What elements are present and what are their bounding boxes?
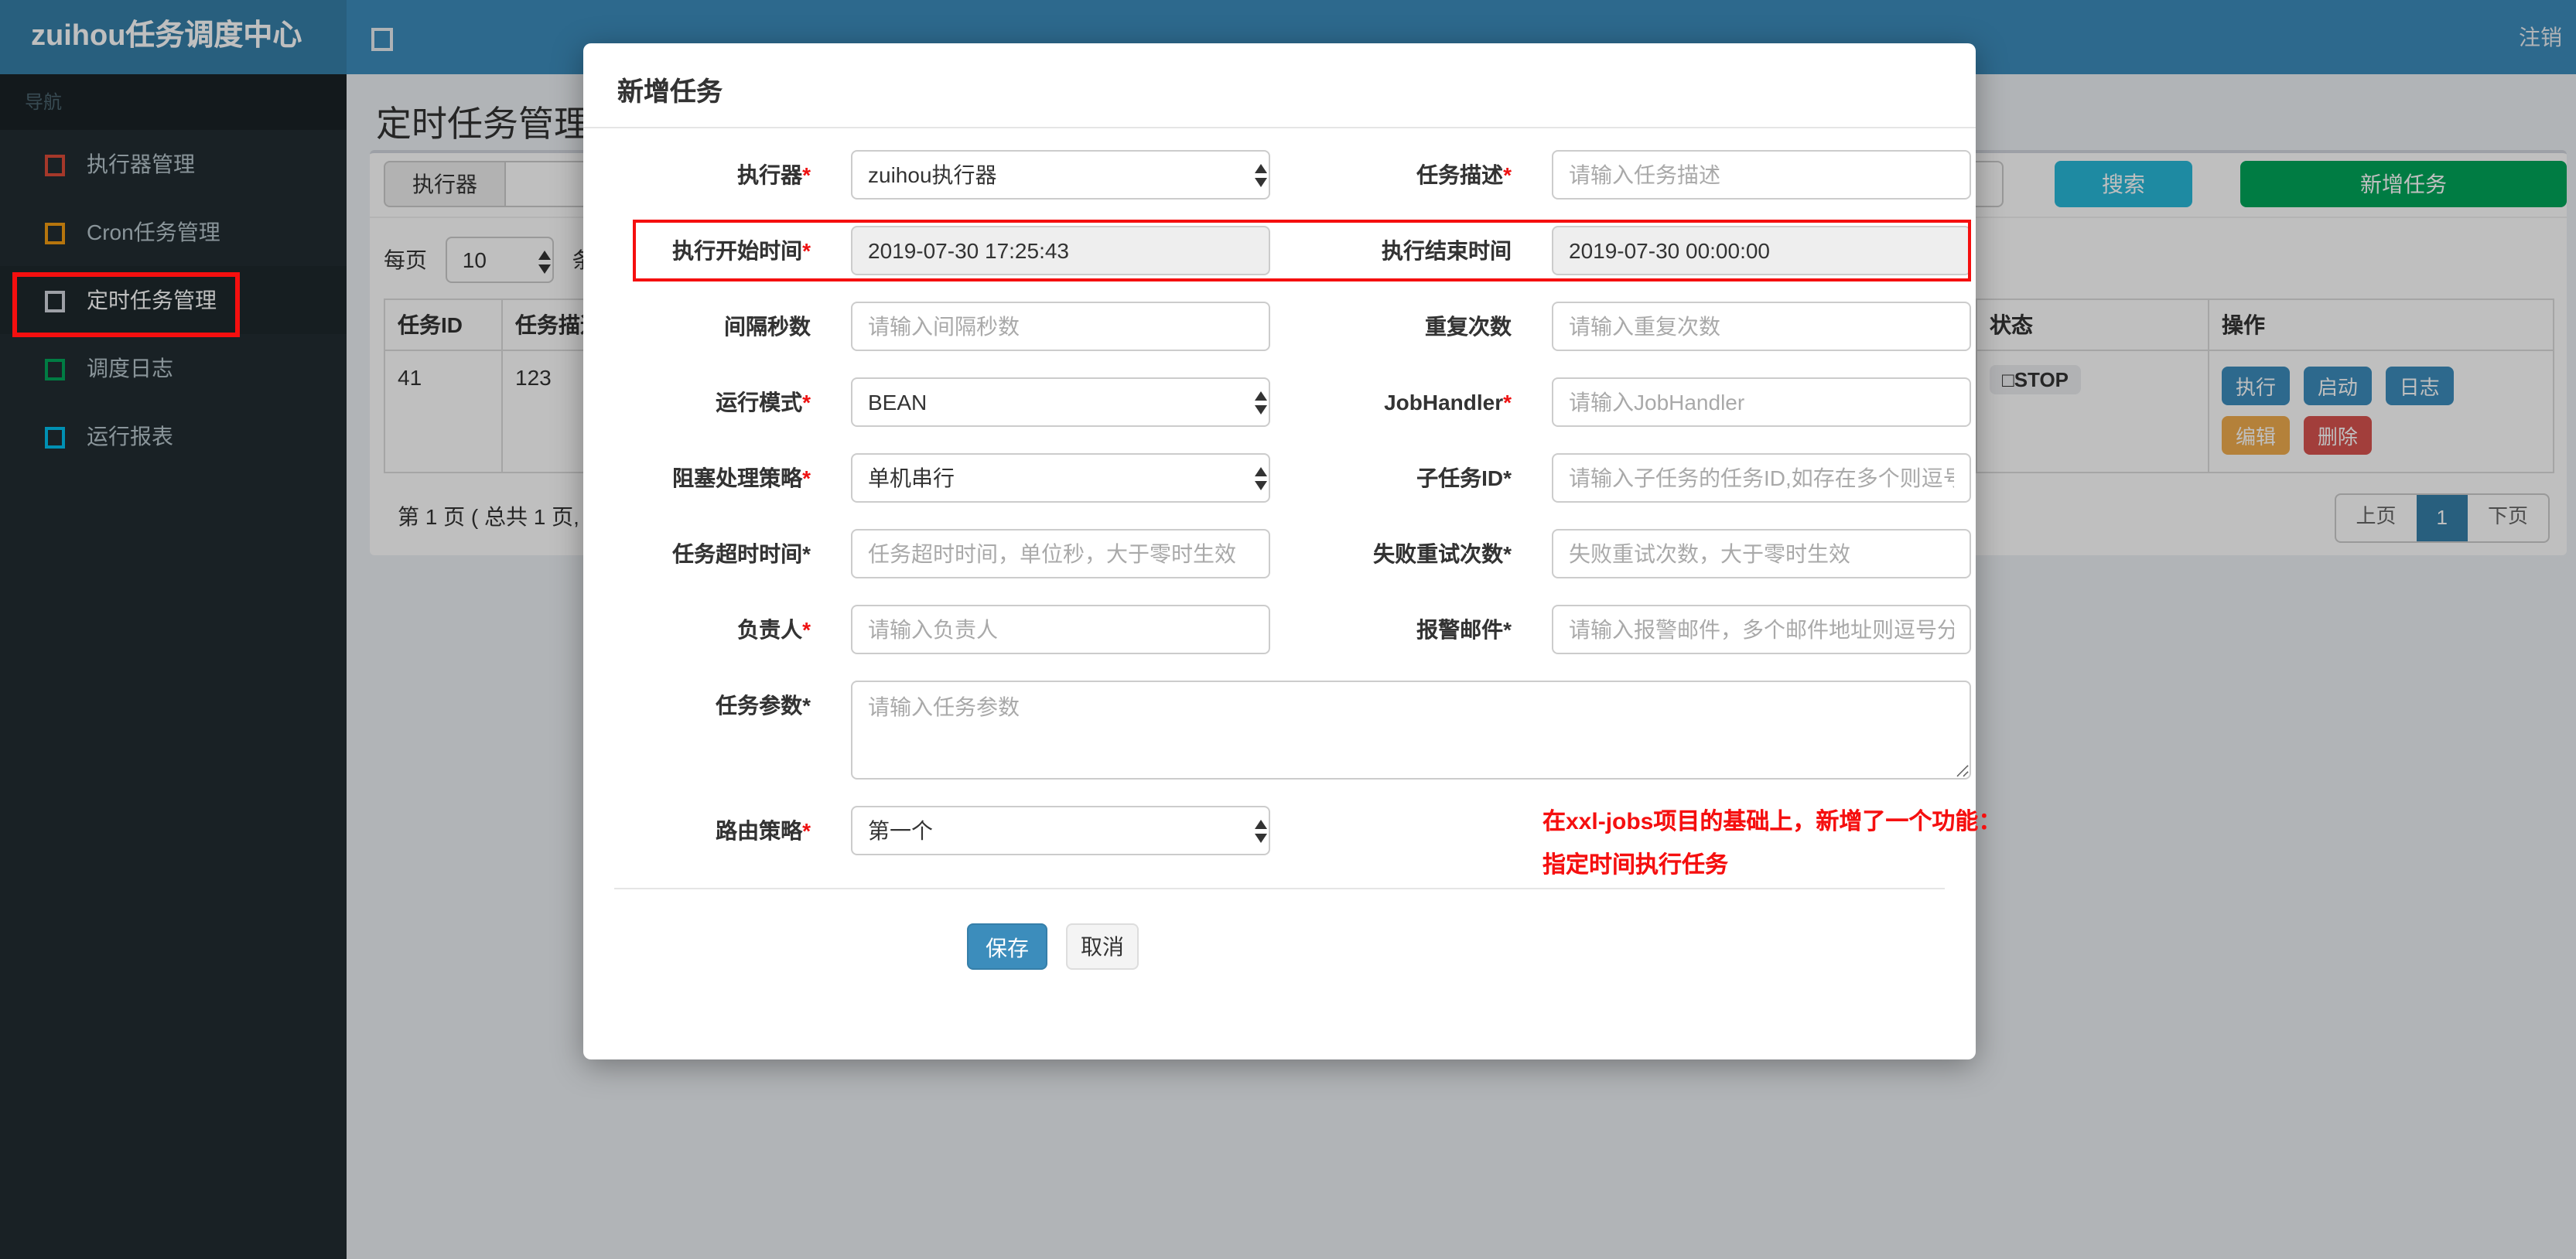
modal-footer-divider (614, 888, 1945, 889)
form-row-route-strategy: 路由策略* 第一个 在xxl-jobs项目的基础上，新增了一个功能： 指定时间执… (583, 806, 2001, 879)
interval-label: 间隔秒数 (724, 314, 811, 339)
job-handler-label: JobHandler* (1384, 390, 1512, 415)
block-strategy-label: 阻塞处理策略* (672, 466, 811, 490)
modal-title: 新增任务 (617, 77, 723, 107)
child-job-id-label: 子任务ID* (1416, 466, 1512, 490)
annotation-box-exec-time (633, 220, 1971, 281)
interval-input[interactable] (851, 302, 1270, 351)
form-row-timeout-retry: 任务超时时间* 失败重试次数* (583, 529, 1976, 578)
run-mode-select[interactable]: BEAN (851, 377, 1270, 427)
route-strategy-label: 路由策略* (716, 818, 811, 843)
form-row-executor-desc: 执行器* zuihou执行器 任务描述* (583, 150, 1976, 200)
route-strategy-select[interactable]: 第一个 (851, 806, 1270, 855)
task-desc-label: 任务描述* (1416, 162, 1512, 187)
job-param-label: 任务参数* (716, 693, 811, 718)
modal-header: 新增任务 (583, 43, 1976, 128)
form-row-job-param: 任务参数* (583, 681, 1976, 780)
timeout-label: 任务超时时间* (672, 541, 811, 566)
form-row-block-childjob: 阻塞处理策略* 单机串行 子任务ID* (583, 453, 1976, 503)
repeat-input[interactable] (1552, 302, 1971, 351)
task-desc-input[interactable] (1552, 150, 1971, 200)
run-mode-label: 运行模式* (716, 390, 811, 415)
owner-label: 负责人* (737, 617, 811, 642)
feature-note: 在xxl-jobs项目的基础上，新增了一个功能： 指定时间执行任务 (1543, 809, 2002, 879)
save-button[interactable]: 保存 (967, 923, 1047, 970)
alarm-email-label: 报警邮件* (1416, 617, 1512, 642)
timeout-input[interactable] (851, 529, 1270, 578)
form-row-interval-repeat: 间隔秒数 重复次数 (583, 302, 1976, 351)
job-handler-input[interactable] (1552, 377, 1971, 427)
app-window: zuihou任务调度中心 注销 导航 执行器管理 Cron任务管理 定时任务管理… (0, 0, 2576, 1259)
executor-label: 执行器* (737, 162, 811, 187)
form-row-owner-email: 负责人* 报警邮件* (583, 605, 1976, 654)
add-task-modal: 新增任务 执行器* zuihou执行器 任务描述* 执行开始时间* (583, 43, 2001, 1059)
block-strategy-select[interactable]: 单机串行 (851, 453, 1270, 503)
add-task-form: 执行器* zuihou执行器 任务描述* 执行开始时间* 执行结束时间 (583, 128, 2001, 889)
form-row-runmode-handler: 运行模式* BEAN JobHandler* (583, 377, 1976, 427)
fail-retry-label: 失败重试次数* (1373, 541, 1512, 566)
repeat-label: 重复次数 (1425, 314, 1512, 339)
alarm-email-input[interactable] (1552, 605, 1971, 654)
job-param-textarea[interactable] (851, 681, 1971, 780)
fail-retry-input[interactable] (1552, 529, 1971, 578)
cancel-button[interactable]: 取消 (1066, 923, 1139, 970)
executor-select[interactable]: zuihou执行器 (851, 150, 1270, 200)
owner-input[interactable] (851, 605, 1270, 654)
child-job-id-input[interactable] (1552, 453, 1971, 503)
annotation-box-sidebar-item (12, 272, 240, 337)
form-row-exec-time: 执行开始时间* 执行结束时间 (583, 220, 1976, 281)
